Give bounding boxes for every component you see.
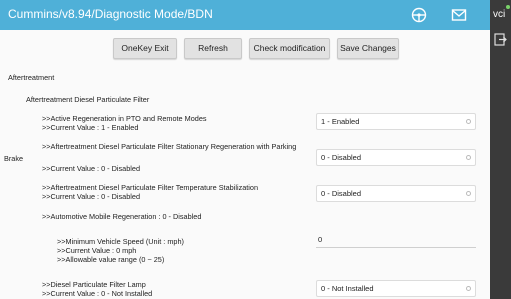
dropdown-caret-icon [466, 286, 471, 291]
vci-status-indicator [506, 5, 510, 9]
param-select-value: 0 - Not Installed [321, 284, 374, 293]
param-name: >>Aftertreatment Diesel Particulate Filt… [42, 183, 259, 192]
param-current-value: >>Current Value : 0 - Not Installed [42, 289, 153, 298]
steering-wheel-icon[interactable] [410, 6, 428, 24]
param-current-value: >>Current Value : 0 - Disabled [42, 164, 141, 173]
title-bar: Cummins/v8.94/Diagnostic Mode/BDN [0, 0, 490, 30]
param-current-value: >>Current Value : 0 mph [57, 246, 137, 255]
main-content[interactable]: OneKey Exit Refresh Check modification S… [0, 30, 490, 299]
onekey-exit-button[interactable]: OneKey Exit [113, 38, 177, 59]
page-title: Cummins/v8.94/Diagnostic Mode/BDN [8, 7, 213, 21]
refresh-button[interactable]: Refresh [184, 38, 242, 59]
section-title: Aftertreatment [8, 73, 55, 82]
param-name: >>Minimum Vehicle Speed (Unit : mph) [57, 237, 184, 246]
check-modification-button[interactable]: Check modification [249, 38, 330, 59]
param-select[interactable]: 1 - Enabled [316, 113, 476, 130]
dropdown-caret-icon [466, 155, 471, 160]
param-name: >>Active Regeneration in PTO and Remote … [42, 114, 207, 123]
mail-icon[interactable] [450, 6, 468, 24]
vci-label: vci [493, 9, 506, 20]
param-name: >>Diesel Particulate Filter Lamp [42, 280, 146, 289]
param-value-input[interactable]: 0 [316, 234, 476, 248]
section-subtitle: Aftertreatment Diesel Particulate Filter [26, 95, 150, 104]
param-select[interactable]: 0 - Not Installed [316, 280, 476, 297]
param-select[interactable]: 0 - Disabled [316, 149, 476, 166]
param-select-value: 1 - Enabled [321, 117, 360, 126]
save-changes-button[interactable]: Save Changes [337, 38, 399, 59]
dropdown-caret-icon [466, 191, 471, 196]
param-current-value: >>Current Value : 0 - Disabled [42, 192, 141, 201]
param-select-value: 0 - Disabled [321, 189, 362, 198]
param-current-value: >>Current Value : 1 - Enabled [42, 123, 139, 132]
dropdown-caret-icon [466, 119, 471, 124]
param-name-wrap: Brake [4, 154, 24, 163]
right-sidebar: vci [490, 0, 511, 299]
param-name: >>Automotive Mobile Regeneration : 0 - D… [42, 212, 202, 221]
param-select-value: 0 - Disabled [321, 153, 362, 162]
app-window: Cummins/v8.94/Diagnostic Mode/BDN vci On… [0, 0, 511, 299]
param-name: >>Aftertreatment Diesel Particulate Filt… [42, 142, 297, 151]
param-select[interactable]: 0 - Disabled [316, 185, 476, 202]
param-value-range: >>Allowable value range (0 ~ 25) [57, 255, 165, 264]
exit-icon[interactable] [494, 33, 507, 46]
